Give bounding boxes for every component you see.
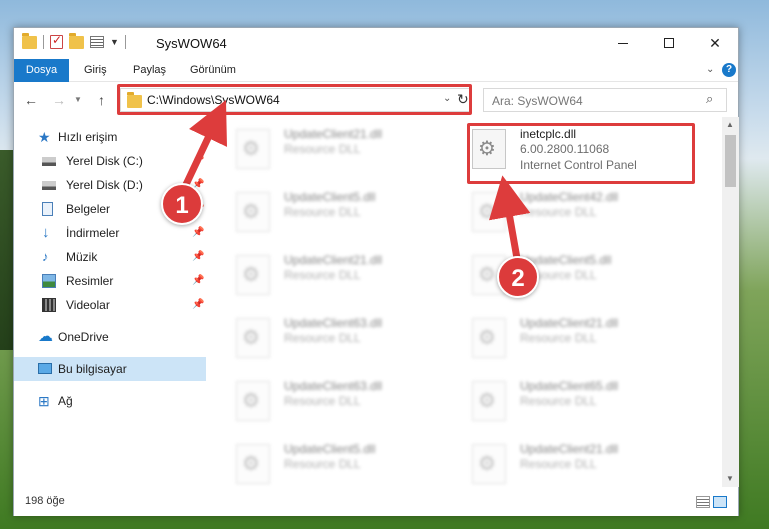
arrow-to-file xyxy=(488,175,531,268)
step-1-badge: 1 xyxy=(161,183,203,225)
step-2-badge: 2 xyxy=(497,256,539,298)
annotation-arrows xyxy=(178,100,531,268)
arrow-to-address xyxy=(178,100,228,197)
